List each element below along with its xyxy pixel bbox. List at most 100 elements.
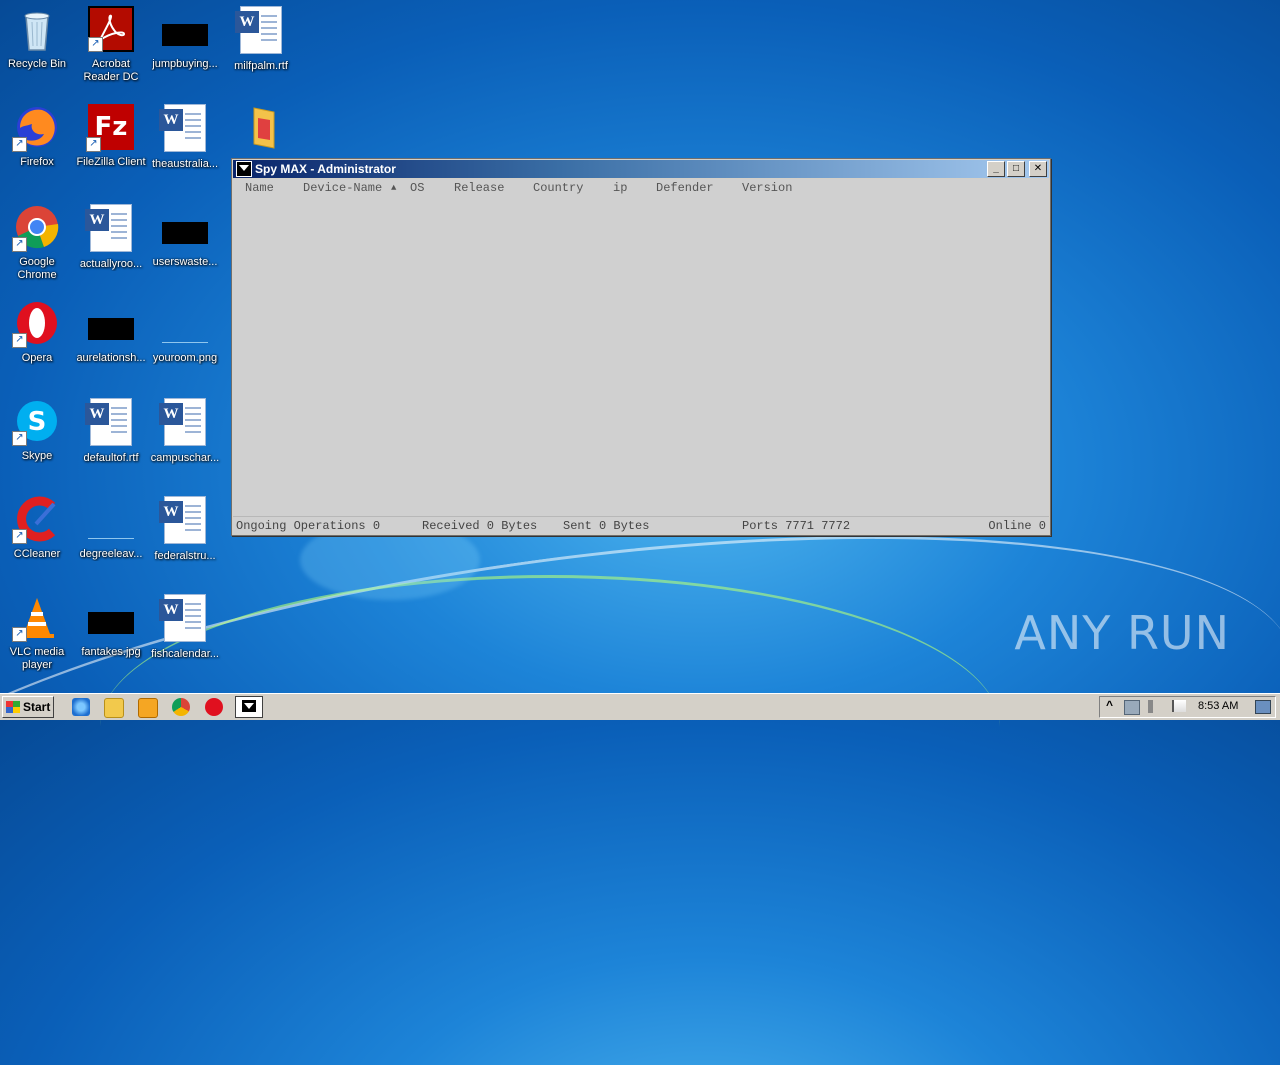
maximize-button[interactable]: □ [1007,161,1025,177]
opera-taskbar-icon[interactable] [205,698,223,716]
action-center-flag-icon[interactable] [1172,700,1186,712]
image-file-icon [162,300,208,346]
status-received: Received 0 Bytes [422,519,538,533]
clock[interactable]: 8:53 AM [1198,700,1243,712]
column-header-ip[interactable]: ip [613,181,627,195]
desktop-icon-fishcalendar[interactable]: W fishcalendar... [148,594,222,661]
spymax-window[interactable]: Spy MAX - Administrator _ □ ✕ Name Devic… [231,158,1051,536]
icon-label: Acrobat Reader DC [83,58,139,83]
redacted-thumbnail [162,24,208,46]
icon-label: milfpalm.rtf [234,60,288,72]
redacted-thumbnail [88,612,134,634]
column-header-country[interactable]: Country [533,181,583,195]
shortcut-arrow-icon: ↗ [12,627,27,642]
redacted-thumbnail [162,222,208,244]
status-bar: Ongoing Operations 0 Received 0 Bytes Se… [233,516,1049,534]
desktop-icon-defaultof[interactable]: W defaultof.rtf [74,398,148,465]
spymax-taskbar-icon[interactable] [235,696,263,718]
icon-label: CCleaner [13,548,61,560]
skype-icon: S ↗ [12,398,60,446]
status-ports: Ports 7771 7772 [742,519,851,533]
close-button[interactable]: ✕ [1029,161,1047,177]
desktop-icon-campuschar[interactable]: W campuschar... [148,398,222,465]
network-icon[interactable] [1124,700,1140,715]
desktop-icon-filezilla[interactable]: Fz ↗ FileZilla Client [74,104,148,169]
desktop-icon-acrobat[interactable]: ↗ Acrobat Reader DC [74,6,148,84]
column-header-release[interactable]: Release [454,181,504,195]
word-document-icon: W [159,398,206,446]
icon-label: fantakes.jpg [81,646,141,658]
desktop-icon-opera[interactable]: ↗ Opera [0,300,74,365]
start-label: Start [23,700,51,714]
icon-label: campuschar... [150,452,220,464]
filezilla-icon: Fz ↗ [86,104,134,152]
acrobat-icon: ↗ [88,6,134,52]
chrome-taskbar-icon[interactable] [172,698,190,716]
icon-label: federalstru... [154,550,216,562]
desktop-icon-chrome[interactable]: ↗ Google Chrome [0,204,74,282]
anyrun-watermark: ANY RUN [1014,606,1230,660]
taskbar: Start ^ 8:53 AM [0,693,1280,720]
icon-label: Recycle Bin [7,58,67,70]
status-ongoing-operations: Ongoing Operations 0 [236,519,381,533]
icon-label: degreeleav... [79,548,143,560]
word-document-icon: W [159,104,206,152]
icon-label: jumpbuying... [152,58,218,70]
desktop-icon-fantakes[interactable]: fantakes.jpg [74,594,148,659]
desktop-icon-aurelationsh[interactable]: aurelationsh... [74,300,148,365]
image-file-icon [88,496,134,542]
desktop-icon-jumpbuying[interactable]: jumpbuying... [148,6,222,71]
desktop-icon-ccleaner[interactable]: ↗ CCleaner [0,496,74,561]
icon-label: aurelationsh... [76,352,146,364]
app-icon [236,161,252,177]
shortcut-arrow-icon: ↗ [12,529,27,544]
desktop-icon-youroom[interactable]: youroom.png [148,300,222,365]
desktop-icon-vlc[interactable]: ↗ VLC media player [0,594,74,672]
internet-explorer-icon[interactable] [72,698,90,716]
desktop-icon-recycle-bin[interactable]: Recycle Bin [0,6,74,71]
desktop-icon-federalstru[interactable]: W federalstru... [148,496,222,563]
word-document-icon: W [159,594,206,642]
column-header-name[interactable]: Name [245,181,274,195]
icon-label: Google Chrome [17,256,57,281]
start-button[interactable]: Start [2,696,54,718]
window-title: Spy MAX - Administrator [255,162,396,176]
column-header-os[interactable]: OS [410,181,424,195]
column-header-version[interactable]: Version [742,181,792,195]
svg-text:S: S [28,407,47,437]
word-document-icon: W [235,6,282,54]
file-thumbnail-icon [88,594,134,640]
desktop-icon-theaustralia[interactable]: W theaustralia... [148,104,222,171]
desktop-icon-userswaste[interactable]: userswaste... [148,204,222,269]
minimize-button[interactable]: _ [987,161,1005,177]
icon-label: theaustralia... [151,158,219,170]
icon-label: userswaste... [152,256,218,268]
desktop-icon-firefox[interactable]: ↗ Firefox [0,104,74,169]
column-header-device-name[interactable]: Device-Name [303,181,382,195]
client-list[interactable]: Name Device-Name ▲ OS Release Country ip… [233,179,1049,517]
system-tray: ^ 8:53 AM [1099,696,1276,718]
desktop-icon-milfpalm[interactable]: W milfpalm.rtf [224,6,298,73]
tray-expand-icon[interactable]: ^ [1106,698,1113,712]
shortcut-arrow-icon: ↗ [86,137,101,152]
window-titlebar[interactable]: Spy MAX - Administrator _ □ ✕ [233,160,1049,178]
file-thumbnail-icon [162,6,208,52]
shortcut-arrow-icon: ↗ [12,237,27,252]
desktop-icon-skype[interactable]: S ↗ Skype [0,398,74,463]
vlc-cone-icon: ↗ [12,594,60,642]
explorer-folder-icon[interactable] [104,698,124,718]
status-online: Online 0 [988,519,1046,533]
desktop-icon-degreeleav[interactable]: degreeleav... [74,496,148,561]
volume-icon[interactable] [1148,700,1160,713]
icon-label: Skype [21,450,53,462]
show-desktop-icon[interactable] [1255,700,1271,714]
column-header-defender[interactable]: Defender [656,181,714,195]
desktop-icon-actuallyroo[interactable]: W actuallyroo... [74,204,148,271]
folder-icon [236,104,282,150]
chrome-icon: ↗ [12,204,60,252]
media-player-icon[interactable] [138,698,158,718]
desktop-icon-folder[interactable] [222,104,296,150]
word-document-icon: W [85,398,132,446]
icon-label: fishcalendar... [151,648,219,660]
wallpaper-swoosh [100,575,1000,878]
